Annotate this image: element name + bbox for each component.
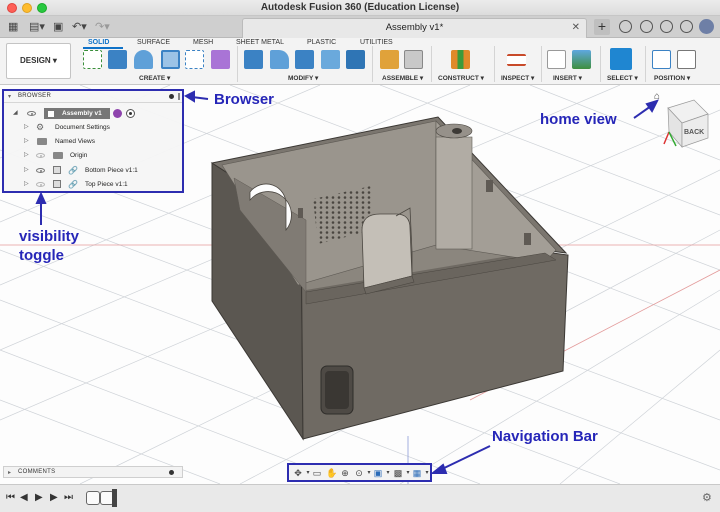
view-cube[interactable]: BACK bbox=[663, 99, 709, 148]
document-tab[interactable]: Assembly v1* ✕ bbox=[242, 18, 587, 38]
help-icon[interactable] bbox=[680, 20, 693, 33]
shell-icon[interactable] bbox=[321, 50, 340, 69]
annotation-navigation-bar-label: Navigation Bar bbox=[492, 428, 598, 445]
comments-options-icon[interactable] bbox=[169, 470, 174, 475]
timeline-settings-gear-icon[interactable]: ⚙ bbox=[702, 491, 712, 504]
revolve-icon[interactable] bbox=[134, 50, 153, 69]
save-icon[interactable]: ▣ bbox=[53, 20, 63, 34]
insert-menu[interactable]: INSERT ▾ bbox=[553, 74, 582, 82]
timeline-next-icon[interactable]: ▶ bbox=[50, 492, 58, 503]
inspect-menu[interactable]: INSPECT ▾ bbox=[501, 74, 534, 82]
look-at-icon[interactable]: ▭ bbox=[312, 468, 322, 478]
assemble-menu[interactable]: ASSEMBLE ▾ bbox=[382, 74, 423, 82]
workspace-switcher[interactable]: DESIGN ▾ bbox=[6, 43, 71, 79]
redo-icon[interactable]: ↷▾ bbox=[95, 20, 110, 34]
app-title: Autodesk Fusion 360 (Education License) bbox=[260, 2, 460, 13]
title-bar: Autodesk Fusion 360 (Education License) bbox=[0, 0, 720, 16]
timeline-feature-joint-1[interactable] bbox=[86, 491, 100, 505]
position-menu[interactable]: POSITION ▾ bbox=[654, 74, 690, 82]
expand-comments-icon[interactable]: ▸ bbox=[8, 469, 11, 476]
create-menu[interactable]: CREATE ▾ bbox=[139, 74, 170, 82]
display-dropdown-icon[interactable]: ▾ bbox=[383, 468, 393, 478]
visual-style-icon[interactable]: ▩ bbox=[393, 468, 403, 478]
extensions-icon[interactable] bbox=[619, 20, 632, 33]
select-menu[interactable]: SELECT ▾ bbox=[607, 74, 638, 82]
navigation-bar: ✥ ▾ ▭ ✋ ⊕ ⊙ ▾ ▣ ▾ ▩ ▾ ▦ ▾ bbox=[287, 463, 432, 482]
tab-bar: ▦ ▤▾ ▣ ↶▾ ↷▾ Assembly v1* ✕ + bbox=[0, 16, 720, 38]
combine-icon[interactable] bbox=[346, 50, 365, 69]
grid-dropdown-icon[interactable]: ▾ bbox=[422, 468, 432, 478]
tab-solid[interactable]: SOLID bbox=[88, 39, 109, 46]
annotation-visibility-label-line1: visibility bbox=[19, 228, 80, 245]
toolbar-divider bbox=[431, 46, 432, 82]
toolbar-divider bbox=[494, 46, 495, 82]
file-menu-icon[interactable]: ▤▾ bbox=[29, 20, 45, 34]
display-settings-icon[interactable]: ▣ bbox=[373, 468, 383, 478]
annotation-browser-label: Browser bbox=[214, 91, 275, 108]
grid-apps-icon[interactable]: ▦ bbox=[8, 20, 18, 34]
chamfer-icon[interactable] bbox=[295, 50, 314, 69]
construct-menu[interactable]: CONSTRUCT ▾ bbox=[438, 74, 484, 82]
annotation-visibility-label-line2: toggle bbox=[19, 247, 64, 264]
new-tab-button[interactable]: + bbox=[594, 19, 610, 35]
document-tab-label: Assembly v1* bbox=[385, 22, 444, 33]
grid-settings-icon[interactable]: ▦ bbox=[412, 468, 422, 478]
comments-title: COMMENTS bbox=[18, 469, 56, 475]
select-icon[interactable] bbox=[610, 48, 632, 70]
timeline-start-icon[interactable]: ⏮ bbox=[6, 492, 15, 503]
joint-icon[interactable] bbox=[404, 50, 423, 69]
tab-utilities[interactable]: UTILITIES bbox=[360, 39, 393, 46]
measure-icon[interactable] bbox=[507, 54, 526, 66]
zoom-icon[interactable]: ⊕ bbox=[340, 468, 350, 478]
tab-surface[interactable]: SURFACE bbox=[137, 39, 170, 46]
create-form-icon[interactable] bbox=[211, 50, 230, 69]
align-icon[interactable] bbox=[652, 50, 671, 69]
close-tab-icon[interactable]: ✕ bbox=[572, 22, 580, 33]
home-view-icon[interactable]: ⌂ bbox=[654, 91, 660, 102]
pattern-icon[interactable] bbox=[185, 50, 204, 69]
tab-mesh[interactable]: MESH bbox=[193, 39, 213, 46]
press-pull-icon[interactable] bbox=[244, 50, 263, 69]
annotation-home-view-label: home view bbox=[540, 111, 617, 128]
create-sketch-icon[interactable] bbox=[83, 50, 102, 69]
assembly-model[interactable] bbox=[210, 116, 569, 441]
insert-derive-icon[interactable] bbox=[547, 50, 566, 69]
fillet-icon[interactable] bbox=[270, 50, 289, 69]
comments-panel[interactable]: ▸ COMMENTS bbox=[3, 466, 183, 478]
user-avatar[interactable] bbox=[699, 19, 714, 34]
undo-icon[interactable]: ↶▾ bbox=[72, 20, 87, 34]
toolbar-divider bbox=[372, 46, 373, 82]
pan-icon[interactable]: ✋ bbox=[326, 468, 337, 478]
ribbon-toolbar: DESIGN ▾ SOLID SURFACE MESH SHEET METAL … bbox=[0, 38, 720, 85]
job-status-icon[interactable] bbox=[640, 20, 653, 33]
tab-plastic[interactable]: PLASTIC bbox=[307, 39, 336, 46]
view-cube-back-face: BACK bbox=[684, 129, 704, 136]
new-component-icon[interactable] bbox=[380, 50, 399, 69]
active-tab-indicator bbox=[83, 47, 123, 49]
toolbar-divider bbox=[541, 46, 542, 82]
timeline-bar: ⏮ ◀ ▶ ▶ ⏭ ⚙ bbox=[0, 484, 720, 512]
orbit-icon[interactable]: ✥ bbox=[293, 468, 303, 478]
capture-position-icon[interactable] bbox=[677, 50, 696, 69]
offset-plane-icon[interactable] bbox=[451, 50, 470, 69]
browser-highlight-box bbox=[2, 89, 184, 193]
insert-canvas-icon[interactable] bbox=[572, 50, 591, 69]
toolbar-divider bbox=[645, 46, 646, 82]
timeline-end-icon[interactable]: ⏭ bbox=[64, 492, 73, 503]
tab-sheet-metal[interactable]: SHEET METAL bbox=[236, 39, 284, 46]
toolbar-divider bbox=[600, 46, 601, 82]
timeline-previous-icon[interactable]: ◀ bbox=[20, 492, 28, 503]
zoom-window-icon[interactable]: ⊙ bbox=[354, 468, 364, 478]
extrude-icon[interactable] bbox=[108, 50, 127, 69]
hole-icon[interactable] bbox=[161, 50, 180, 69]
timeline-marker[interactable] bbox=[112, 489, 117, 507]
toolbar-divider bbox=[237, 46, 238, 82]
timeline-play-icon[interactable]: ▶ bbox=[35, 492, 43, 503]
modify-menu[interactable]: MODIFY ▾ bbox=[288, 74, 318, 82]
notifications-icon[interactable] bbox=[660, 20, 673, 33]
